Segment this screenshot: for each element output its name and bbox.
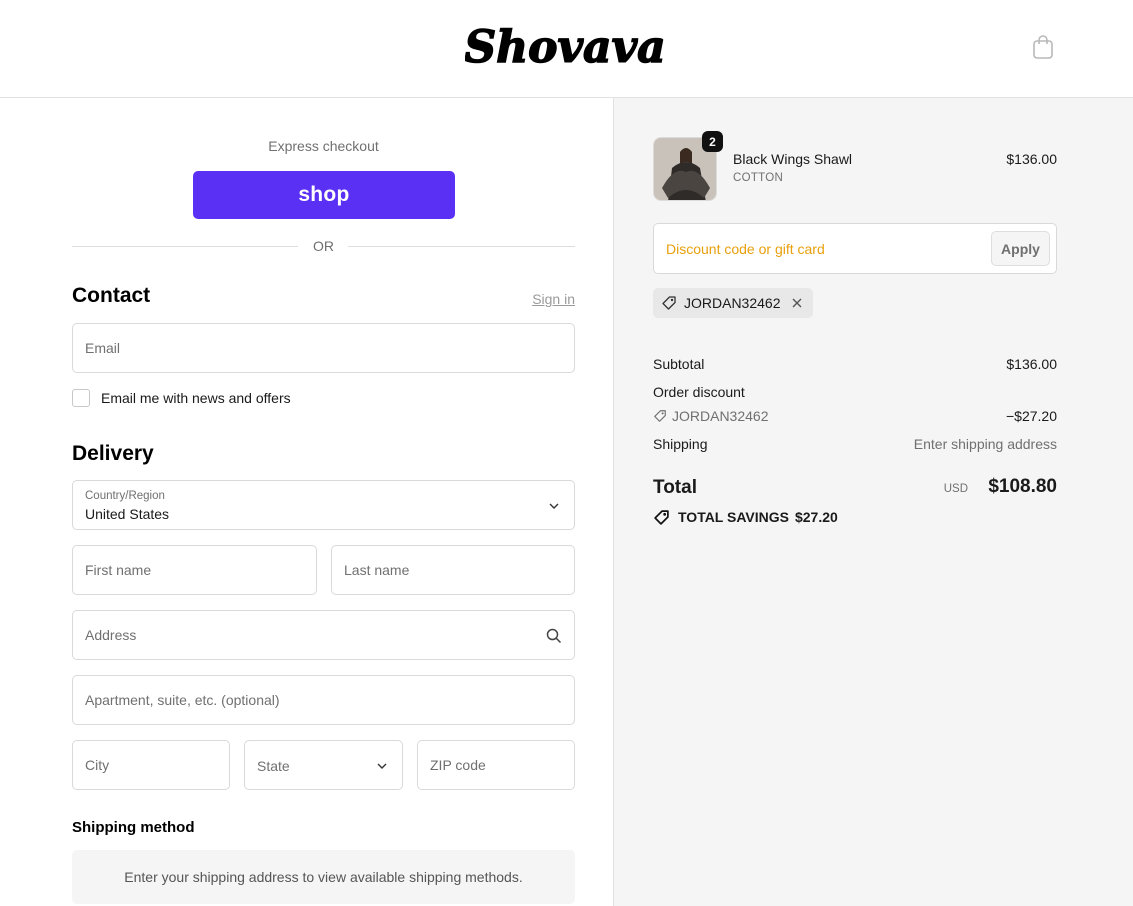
shipping-label: Shipping: [653, 436, 708, 452]
apartment-field[interactable]: [72, 675, 575, 725]
sign-in-link[interactable]: Sign in: [520, 291, 575, 307]
product-price: $136.00: [1006, 151, 1057, 167]
zip-input[interactable]: [418, 741, 574, 789]
apartment-input[interactable]: [73, 676, 574, 724]
shipping-row: Shipping Enter shipping address: [653, 436, 1057, 456]
checkout-page: Shovava Express checkout shop OR Contact…: [0, 0, 1133, 906]
newsletter-row[interactable]: Email me with news and offers: [72, 388, 291, 408]
quantity-badge: 2: [702, 131, 723, 152]
state-select[interactable]: State: [244, 740, 403, 790]
applied-discount-tag: JORDAN32462: [653, 288, 813, 318]
discount-code-row: JORDAN32462 −$27.20: [653, 408, 1057, 428]
last-name-input[interactable]: [332, 546, 574, 594]
express-checkout-label: Express checkout: [268, 138, 379, 154]
apply-discount-button[interactable]: Apply: [991, 231, 1050, 266]
savings-value: $27.20: [794, 509, 838, 525]
product-variant: COTTON: [733, 172, 784, 184]
shipping-value: Enter shipping address: [913, 436, 1057, 452]
shop-pay-button[interactable]: shop: [193, 171, 455, 219]
shipping-method-title: Shipping method: [72, 819, 195, 836]
state-placeholder: State: [257, 758, 290, 774]
savings-label: TOTAL SAVINGS: [678, 509, 789, 525]
total-label: Total: [653, 477, 697, 498]
first-name-field[interactable]: [72, 545, 317, 595]
city-field[interactable]: [72, 740, 230, 790]
discount-code-field[interactable]: Discount code or gift card Apply: [653, 223, 1057, 274]
total-row: Total USD $108.80: [653, 475, 1057, 501]
close-icon[interactable]: [791, 297, 803, 309]
order-discount-label: Order discount: [653, 384, 745, 400]
discount-value: −$27.20: [1006, 408, 1057, 424]
email-input[interactable]: [73, 324, 574, 372]
delivery-title: Delivery: [72, 442, 154, 465]
product-name: Black Wings Shawl: [733, 151, 853, 167]
zip-field[interactable]: [417, 740, 575, 790]
last-name-field[interactable]: [331, 545, 575, 595]
total-currency: USD: [943, 483, 968, 495]
country-label: Country/Region: [85, 490, 165, 502]
discount-code-line: JORDAN32462: [653, 408, 769, 424]
discount-code-text: JORDAN32462: [672, 408, 769, 424]
email-field[interactable]: [72, 323, 575, 373]
shipping-method-message: Enter your shipping address to view avai…: [72, 850, 575, 904]
header: Shovava: [0, 0, 1133, 98]
subtotal-value: $136.00: [1006, 356, 1057, 372]
first-name-input[interactable]: [73, 546, 316, 594]
search-icon: [546, 628, 562, 644]
tag-icon: [662, 296, 676, 310]
applied-discount-code: JORDAN32462: [684, 295, 781, 311]
contact-title: Contact: [72, 284, 151, 307]
city-input[interactable]: [73, 741, 229, 789]
tag-icon: [654, 509, 669, 525]
checkout-form: Express checkout shop OR Contact Sign in…: [0, 98, 613, 906]
subtotal-row: Subtotal $136.00: [653, 356, 1057, 376]
newsletter-checkbox[interactable]: [72, 389, 90, 407]
order-summary: 2 Black Wings Shawl COTTON $136.00 Disco…: [613, 98, 1133, 906]
subtotal-label: Subtotal: [653, 356, 705, 372]
address-input[interactable]: [73, 611, 574, 659]
address-field[interactable]: [72, 610, 575, 660]
tag-icon: [654, 410, 666, 422]
chevron-down-icon: [377, 763, 387, 769]
or-divider: OR: [72, 236, 575, 256]
total-savings: TOTAL SAVINGS $27.20: [653, 507, 838, 527]
country-value: United States: [85, 506, 170, 522]
order-discount-row: Order discount: [653, 384, 1057, 404]
newsletter-label: Email me with news and offers: [101, 390, 291, 406]
svg-text:Shovava: Shovava: [465, 22, 665, 73]
country-select[interactable]: Country/Region United States: [72, 480, 575, 530]
discount-placeholder: Discount code or gift card: [666, 241, 825, 257]
or-text: OR: [313, 238, 334, 254]
chevron-down-icon: [549, 503, 559, 509]
total-value: $108.80: [988, 476, 1057, 497]
store-logo[interactable]: Shovava: [465, 12, 665, 82]
shopping-bag-icon[interactable]: [1031, 34, 1055, 60]
